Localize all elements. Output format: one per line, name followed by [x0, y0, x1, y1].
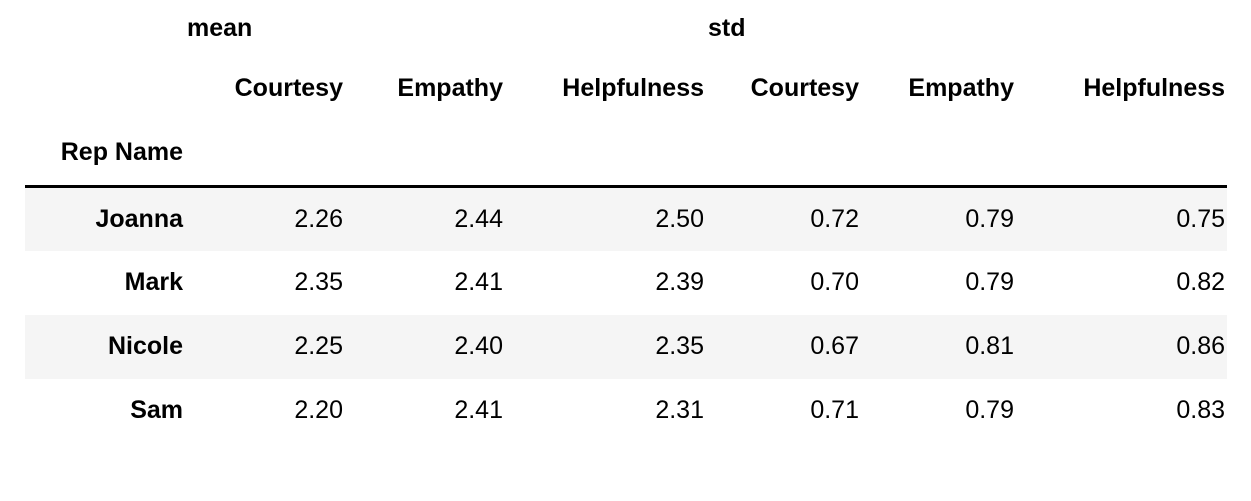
index-row-spacer-5 — [861, 120, 1016, 188]
table-row: Sam 2.20 2.41 2.31 0.71 0.79 0.83 — [25, 378, 1228, 443]
cell-nicole-std-empathy: 0.81 — [861, 314, 1016, 379]
column-header-std-empathy: Empathy — [861, 57, 1016, 120]
cell-sam-std-empathy: 0.79 — [861, 378, 1016, 443]
index-name-label: Rep Name — [25, 120, 185, 188]
row-header-nicole: Nicole — [25, 314, 185, 379]
column-group-row: mean std — [25, 0, 1228, 57]
cell-mark-mean-courtesy: 2.35 — [185, 250, 345, 315]
column-group-std: std — [706, 0, 1228, 57]
cell-sam-std-courtesy: 0.71 — [706, 378, 861, 443]
column-group-mean: mean — [185, 0, 706, 57]
cell-sam-mean-empathy: 2.41 — [345, 378, 505, 443]
column-header-mean-empathy: Empathy — [345, 57, 505, 120]
cell-sam-mean-courtesy: 2.20 — [185, 378, 345, 443]
cell-nicole-mean-helpfulness: 2.35 — [505, 314, 706, 379]
index-row-spacer-2 — [345, 120, 505, 188]
column-header-std-courtesy: Courtesy — [706, 57, 861, 120]
cell-sam-std-helpfulness: 0.83 — [1016, 378, 1228, 443]
dataframe-table-container: mean std Courtesy Empathy Helpfulness Co… — [0, 0, 1251, 501]
cell-mark-std-helpfulness: 0.82 — [1016, 250, 1228, 315]
column-header-row: Courtesy Empathy Helpfulness Courtesy Em… — [25, 57, 1228, 120]
table-row: Mark 2.35 2.41 2.39 0.70 0.79 0.82 — [25, 250, 1228, 315]
row-header-mark: Mark — [25, 250, 185, 315]
cell-joanna-std-helpfulness: 0.75 — [1016, 186, 1228, 251]
cell-mark-std-empathy: 0.79 — [861, 250, 1016, 315]
column-header-std-helpfulness: Helpfulness — [1016, 57, 1228, 120]
cell-joanna-std-empathy: 0.79 — [861, 186, 1016, 251]
cell-nicole-std-courtesy: 0.67 — [706, 314, 861, 379]
cell-sam-mean-helpfulness: 2.31 — [505, 378, 706, 443]
index-row-spacer-1 — [185, 120, 345, 188]
row-header-sam: Sam — [25, 378, 185, 443]
corner-cell-blank-2 — [25, 57, 185, 120]
row-header-joanna: Joanna — [25, 186, 185, 251]
cell-mark-std-courtesy: 0.70 — [706, 250, 861, 315]
index-name-row: Rep Name — [25, 120, 1228, 188]
column-header-mean-helpfulness: Helpfulness — [505, 57, 706, 120]
table-row: Joanna 2.26 2.44 2.50 0.72 0.79 0.75 — [25, 186, 1228, 251]
index-row-spacer-3 — [505, 120, 706, 188]
cell-joanna-mean-helpfulness: 2.50 — [505, 186, 706, 251]
table-body: Joanna 2.26 2.44 2.50 0.72 0.79 0.75 Mar… — [25, 186, 1228, 443]
cell-mark-mean-helpfulness: 2.39 — [505, 250, 706, 315]
cell-mark-mean-empathy: 2.41 — [345, 250, 505, 315]
table-row: Nicole 2.25 2.40 2.35 0.67 0.81 0.86 — [25, 314, 1228, 379]
index-row-spacer-4 — [706, 120, 861, 188]
cell-joanna-mean-courtesy: 2.26 — [185, 186, 345, 251]
table-header: mean std Courtesy Empathy Helpfulness Co… — [25, 0, 1228, 188]
dataframe-table: mean std Courtesy Empathy Helpfulness Co… — [25, 0, 1228, 443]
cell-nicole-mean-courtesy: 2.25 — [185, 314, 345, 379]
corner-cell-blank — [25, 0, 185, 57]
column-header-mean-courtesy: Courtesy — [185, 57, 345, 120]
index-row-spacer-6 — [1016, 120, 1228, 188]
cell-joanna-mean-empathy: 2.44 — [345, 186, 505, 251]
cell-nicole-mean-empathy: 2.40 — [345, 314, 505, 379]
cell-joanna-std-courtesy: 0.72 — [706, 186, 861, 251]
cell-nicole-std-helpfulness: 0.86 — [1016, 314, 1228, 379]
